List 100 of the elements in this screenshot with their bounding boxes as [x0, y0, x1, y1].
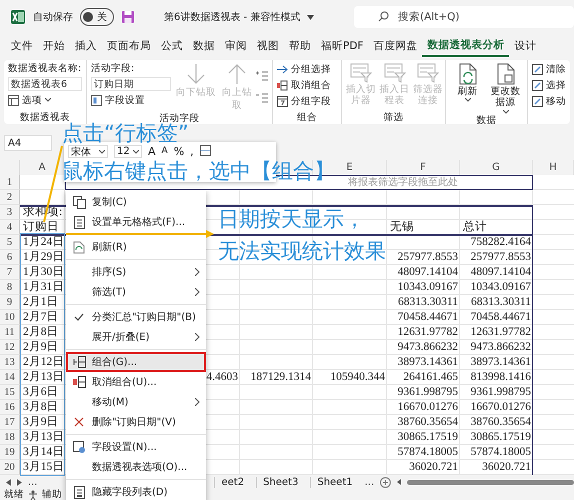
- menu-item[interactable]: 排序(S): [66, 262, 206, 282]
- table-cell-text: 187129.1314: [250, 370, 312, 385]
- menu-tab[interactable]: 审阅: [220, 36, 252, 56]
- borders-icon[interactable]: [200, 145, 211, 156]
- table-cell-text: 38760.35654: [470, 415, 532, 430]
- spreadsheet-logo-icon: [10, 9, 26, 25]
- data-command-button[interactable]: 更改数据源: [488, 62, 523, 114]
- menu-item[interactable]: 设置单元格格式(F)...: [66, 212, 206, 232]
- menu-tab[interactable]: 福昕PDF: [316, 36, 368, 56]
- sheet-tab[interactable]: Sheet3: [256, 476, 304, 488]
- menu-item[interactable]: 字段设置(N)...: [66, 437, 206, 457]
- row-header[interactable]: 1: [0, 175, 20, 190]
- row-header[interactable]: 17: [0, 415, 20, 430]
- menu-tab[interactable]: 插入: [70, 36, 102, 56]
- row-header[interactable]: 20: [0, 460, 20, 475]
- column-header[interactable]: H: [549, 162, 557, 173]
- caret-icon[interactable]: [307, 14, 314, 20]
- menu-tab[interactable]: 百度网盘: [368, 36, 422, 56]
- action-command-button[interactable]: 移动: [532, 94, 566, 108]
- menu-item[interactable]: 分类汇总"订购日期"(B): [66, 307, 206, 327]
- row-header[interactable]: 5: [0, 235, 20, 250]
- menu-tab[interactable]: 文件: [6, 36, 38, 56]
- expand-field-icon[interactable]: [256, 71, 268, 81]
- row-header[interactable]: 19: [0, 445, 20, 460]
- menu-item[interactable]: 组合(G)...: [66, 352, 206, 372]
- column-header[interactable]: F: [420, 162, 426, 173]
- menu-tab[interactable]: 开始: [38, 36, 70, 56]
- column-header[interactable]: E: [346, 162, 353, 173]
- row-header[interactable]: 16: [0, 400, 20, 415]
- row-header[interactable]: 2: [0, 190, 20, 205]
- row-header[interactable]: 3: [0, 205, 20, 220]
- row-header[interactable]: 13: [0, 355, 20, 370]
- menu-tab[interactable]: 页面布局: [102, 36, 156, 56]
- scroll-left-icon[interactable]: [6, 478, 11, 486]
- table-cell-text: 1月29日: [22, 250, 65, 265]
- menu-item[interactable]: 复制(C): [66, 192, 206, 212]
- column-header[interactable]: G: [492, 162, 500, 173]
- horizontal-scrollbar[interactable]: [406, 480, 574, 484]
- row-header[interactable]: 11: [0, 325, 20, 340]
- table-cell-text: 2月7日: [22, 310, 60, 325]
- menu-tab[interactable]: 数据: [188, 36, 220, 56]
- row-header[interactable]: 6: [0, 250, 20, 265]
- format-button[interactable]: ,: [190, 145, 194, 158]
- menu-tab[interactable]: 数据透视表分析: [422, 35, 510, 57]
- sheet-tab[interactable]: Sheet1: [310, 476, 359, 488]
- font-size-dropdown[interactable]: 12: [114, 145, 142, 158]
- row-header[interactable]: 8: [0, 280, 20, 295]
- scroll-left-icon[interactable]: [396, 479, 401, 485]
- menu-item[interactable]: 展开/折叠(E): [66, 327, 206, 347]
- row-header[interactable]: 10: [0, 310, 20, 325]
- table-cell-text: 38973.14361: [396, 355, 459, 370]
- menu-item[interactable]: 删除"订购日期"(V): [66, 412, 206, 432]
- options-button[interactable]: 选项: [8, 93, 82, 107]
- row-header[interactable]: 9: [0, 295, 20, 310]
- row-header[interactable]: 14: [0, 370, 20, 385]
- collapse-field-icon[interactable]: [256, 93, 268, 103]
- menu-tab[interactable]: 视图: [252, 36, 284, 56]
- row-header[interactable]: 15: [0, 385, 20, 400]
- accessibility-icon[interactable]: [28, 490, 38, 500]
- data-command-button[interactable]: 刷新: [450, 62, 485, 114]
- menu-tab[interactable]: 设计: [509, 36, 542, 56]
- search-field[interactable]: 搜索(Alt+Q): [354, 6, 574, 28]
- font-dropdown[interactable]: 宋体: [68, 145, 108, 158]
- menu-item[interactable]: 刷新(R): [66, 237, 206, 257]
- scroll-right-icon[interactable]: [16, 478, 22, 486]
- pivot-name-field[interactable]: 数据透视表6: [8, 77, 82, 91]
- menu-item[interactable]: 移动(M): [66, 392, 206, 412]
- add-sheet-icon[interactable]: [380, 476, 391, 488]
- action-command-button[interactable]: 选择: [532, 78, 566, 92]
- menu-item[interactable]: 筛选(T): [66, 282, 206, 302]
- sheet-tab[interactable]: eet2: [214, 476, 250, 488]
- edit-box-icon: [532, 80, 543, 90]
- action-command-button[interactable]: 清除: [532, 62, 566, 76]
- menu-item[interactable]: 隐藏字段列表(D): [66, 482, 206, 500]
- more-sheets-button[interactable]: ...: [28, 476, 38, 488]
- refresh-icon: [73, 240, 85, 254]
- save-icon[interactable]: [121, 10, 135, 24]
- row-header[interactable]: 7: [0, 265, 20, 280]
- active-field-field[interactable]: 订购日期: [91, 77, 171, 91]
- name-box[interactable]: A4: [4, 135, 52, 151]
- row-header[interactable]: 12: [0, 340, 20, 355]
- menu-item[interactable]: 取消组合(U)...: [66, 372, 206, 392]
- field-settings-button[interactable]: 字段设置: [91, 93, 171, 107]
- format-button[interactable]: A: [148, 145, 156, 158]
- group-command-button[interactable]: 取消组合: [277, 78, 337, 92]
- row-header[interactable]: 4: [0, 220, 20, 235]
- group-command-button[interactable]: 分组字段: [277, 94, 337, 108]
- more-sheets-button[interactable]: ...: [364, 476, 374, 488]
- row-header[interactable]: 18: [0, 430, 20, 445]
- format-button[interactable]: %: [174, 145, 184, 158]
- autosave-toggle[interactable]: 关: [80, 8, 114, 26]
- menu-item[interactable]: 数据透视表选项(O)...: [66, 457, 206, 477]
- format-button[interactable]: A: [162, 145, 168, 158]
- table-cell-text: 3月13日: [22, 430, 65, 445]
- menu-tab[interactable]: 帮助: [284, 36, 316, 56]
- group-label: 组合: [296, 111, 318, 124]
- column-header[interactable]: A: [38, 162, 46, 173]
- table-cell-text: 48097.14104: [470, 265, 532, 280]
- menu-tab[interactable]: 公式: [156, 36, 188, 56]
- group-command-button[interactable]: 分组选择: [277, 62, 337, 76]
